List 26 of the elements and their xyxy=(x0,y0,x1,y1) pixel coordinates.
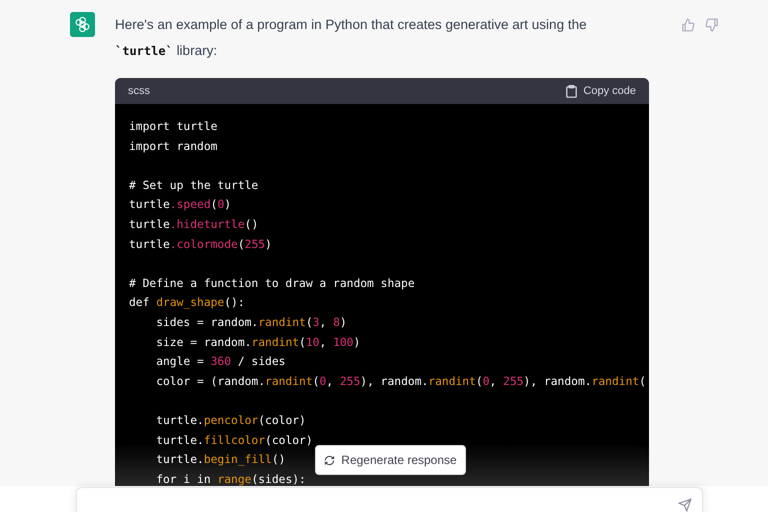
code-line: # Set up the turtle xyxy=(129,178,258,192)
code-line: turtle.fillcolor(color) xyxy=(155,434,313,446)
thumbs-down-icon[interactable] xyxy=(705,18,719,32)
code-line: for i in range(sides): xyxy=(155,472,306,486)
code-line: sides = random.randint(3, 8) xyxy=(155,316,347,329)
copy-code-button[interactable]: Copy code xyxy=(566,84,636,98)
code-line: turtle.colormode(255) xyxy=(129,238,272,251)
code-line: turtle.pencolor(color) xyxy=(155,414,306,427)
code-line: color = (random.randint(0, 255), random.randint(0, 255), random.randint( xyxy=(155,374,646,388)
code-line: import turtle xyxy=(129,120,218,133)
code-line: size = random.randint(10, 100) xyxy=(155,336,360,349)
clipboard-icon xyxy=(566,84,578,98)
code-line: turtle.speed(0) xyxy=(129,198,232,212)
regenerate-response-button[interactable]: Regenerate response xyxy=(315,445,466,475)
refresh-icon xyxy=(324,454,336,466)
code-line: turtle.begin_fill() xyxy=(155,453,286,466)
thumbs-up-icon[interactable] xyxy=(681,18,695,32)
code-line: turtle.hideturtle() xyxy=(129,218,258,231)
send-icon[interactable] xyxy=(678,498,692,512)
assistant-avatar xyxy=(70,12,95,37)
code-line: angle = 360 / sides xyxy=(155,355,286,368)
code-line: def draw_shape(): xyxy=(129,296,245,310)
code-line: # Define a function to draw a random shape xyxy=(129,276,415,290)
code-line: import random xyxy=(129,140,218,153)
code-language: scss xyxy=(128,85,150,97)
message-text: Here's an example of a program in Python that creates generative art using the `turtle` library: xyxy=(115,16,588,60)
